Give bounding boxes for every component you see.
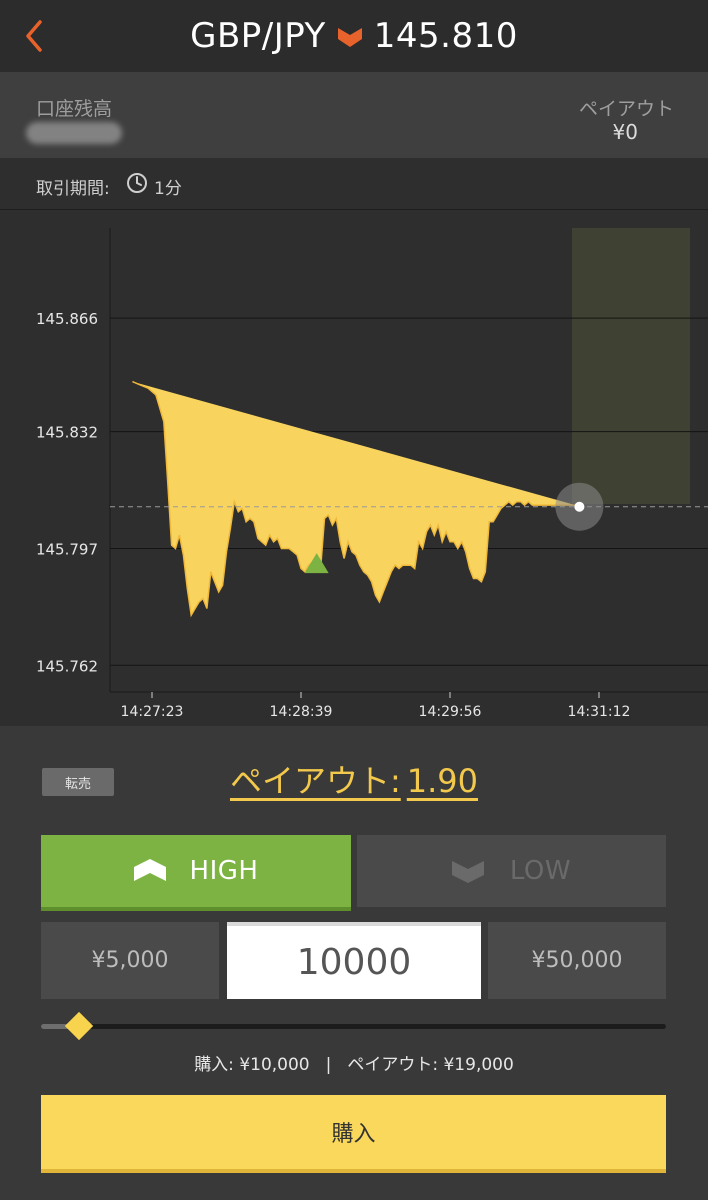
balance-value-redacted — [26, 122, 122, 144]
low-label: LOW — [509, 856, 572, 886]
period-label: 取引期間: — [36, 179, 110, 199]
amount-slider-thumb[interactable] — [64, 1011, 93, 1041]
title-bar: GBP/JPY 145.810 — [0, 0, 708, 72]
high-label: HIGH — [189, 856, 259, 886]
price-chart: 145.866 145.832 145.797 145.762 14:27:23 14:2… — [0, 210, 708, 726]
y-tick-label: 145.832 — [36, 424, 98, 442]
clock-icon — [127, 173, 147, 193]
payout-rate-value: 1.90 — [406, 762, 479, 800]
summary-separator: | — [325, 1055, 332, 1075]
x-tick-label: 14:27:23 — [121, 704, 184, 720]
header: GBP/JPY 145.810 — [0, 0, 708, 72]
payout-amount: ペイアウト: ¥19,000 — [347, 1055, 514, 1075]
purchase-amount: 購入: ¥10,000 — [194, 1055, 310, 1075]
amount-slider-track[interactable] — [41, 1024, 666, 1029]
x-tick-label: 14:28:39 — [270, 704, 333, 720]
current-point — [574, 501, 585, 512]
y-tick-label: 145.797 — [36, 540, 98, 558]
y-tick-label: 145.762 — [36, 657, 98, 675]
low-button[interactable]: LOW — [357, 835, 666, 907]
purchase-summary: 購入: ¥10,000 | ペイアウト: ¥19,000 — [0, 1050, 708, 1075]
trade-period-bar: 取引期間: 1分 — [0, 158, 708, 210]
account-bar: 口座残高 ペイアウト ¥0 — [0, 72, 708, 158]
high-button[interactable]: HIGH — [41, 835, 351, 911]
arrow-down-icon — [451, 861, 484, 883]
trade-controls: 転売 ペイアウト:1.90 HIGH LOW ¥5,000 ¥50,000 購入… — [0, 726, 708, 1200]
buy-button[interactable]: 購入 — [41, 1095, 666, 1173]
payout-value: ¥0 — [612, 120, 638, 144]
balance-label: 口座残高 — [36, 98, 113, 120]
payout-rate-label: ペイアウト: — [229, 762, 401, 800]
arrow-down-icon — [337, 28, 362, 47]
amount-input[interactable] — [227, 922, 481, 999]
payout-label: ペイアウト — [578, 98, 674, 120]
x-tick-label: 14:29:56 — [419, 704, 482, 720]
price-area — [132, 381, 576, 616]
price-chart-svg: 145.866 145.832 145.797 145.762 14:27:23 14:2… — [36, 228, 708, 720]
arrow-up-icon — [133, 859, 166, 881]
x-tick-label: 14:31:12 — [568, 704, 631, 720]
payout-rate: ペイアウト: 1.90 — [0, 756, 708, 802]
current-price: 145.810 — [373, 16, 518, 56]
amount-preset-low[interactable]: ¥5,000 — [41, 922, 219, 999]
expiry-zone — [572, 228, 690, 504]
amount-preset-high[interactable]: ¥50,000 — [488, 922, 666, 999]
y-tick-label: 145.866 — [36, 310, 98, 328]
currency-pair: GBP/JPY — [190, 16, 326, 56]
period-value: 1分 — [154, 179, 182, 199]
